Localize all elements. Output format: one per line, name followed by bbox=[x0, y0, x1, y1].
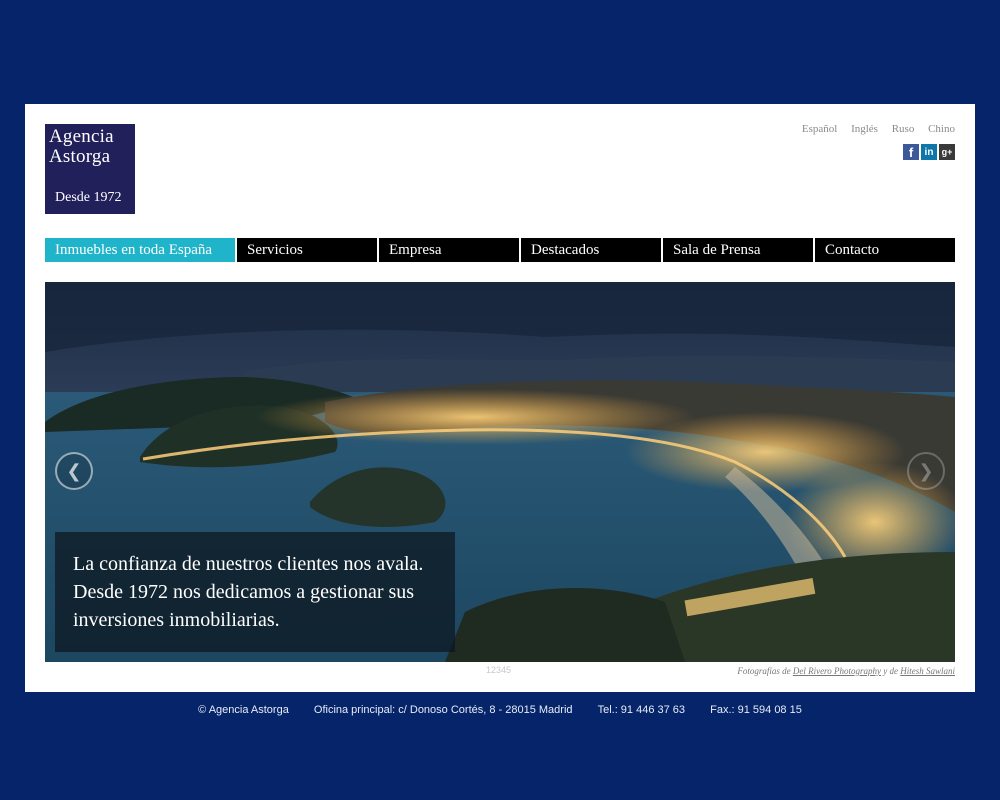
footer-copyright: © Agencia Astorga bbox=[198, 704, 289, 716]
lang-spanish[interactable]: Español bbox=[802, 123, 837, 135]
social-links: f in g+ bbox=[903, 144, 955, 160]
nav-item-destacados[interactable]: Destacados bbox=[521, 238, 661, 262]
page-container: Agencia Astorga Desde 1972 Español Inglé… bbox=[25, 104, 975, 692]
lang-english[interactable]: Inglés bbox=[851, 123, 878, 135]
lang-russian[interactable]: Ruso bbox=[892, 123, 915, 135]
credits-link-del-rivero[interactable]: Del Rivero Photography bbox=[793, 666, 881, 676]
nav-item-sala-de-prensa[interactable]: Sala de Prensa bbox=[663, 238, 813, 262]
credits-prefix: Fotografías de bbox=[737, 666, 791, 676]
credits-middle: y de bbox=[883, 666, 898, 676]
hero-caption: La confianza de nuestros clientes nos av… bbox=[55, 532, 455, 652]
logo-tagline: Desde 1972 bbox=[55, 190, 122, 205]
nav-item-inmuebles[interactable]: Inmuebles en toda España bbox=[45, 238, 235, 262]
logo-line-2: Astorga bbox=[49, 146, 111, 167]
facebook-icon[interactable]: f bbox=[903, 144, 919, 160]
logo[interactable]: Agencia Astorga Desde 1972 bbox=[45, 124, 135, 214]
hero-slider: ❮ ❯ La confianza de nuestros clientes no… bbox=[45, 282, 955, 662]
linkedin-icon[interactable]: in bbox=[921, 144, 937, 160]
footer-office: Oficina principal: c/ Donoso Cortés, 8 -… bbox=[313, 704, 573, 716]
google-plus-icon[interactable]: g+ bbox=[939, 144, 955, 160]
slider-pager[interactable]: 12345 bbox=[486, 665, 511, 675]
slider-next-arrow-icon[interactable]: ❯ bbox=[907, 452, 945, 490]
nav-item-contacto[interactable]: Contacto bbox=[815, 238, 955, 262]
nav-item-empresa[interactable]: Empresa bbox=[379, 238, 519, 262]
photo-credits: Fotografías de Del Rivero Photography y … bbox=[737, 666, 955, 676]
nav-item-servicios[interactable]: Servicios bbox=[237, 238, 377, 262]
credits-link-hitesh[interactable]: Hitesh Sawlani bbox=[900, 666, 955, 676]
logo-line-1: Agencia bbox=[49, 126, 114, 147]
lang-chinese[interactable]: Chino bbox=[928, 123, 955, 135]
footer: © Agencia Astorga Oficina principal: c/ … bbox=[0, 704, 1000, 716]
slider-prev-arrow-icon[interactable]: ❮ bbox=[55, 452, 93, 490]
main-nav: Inmuebles en toda España Servicios Empre… bbox=[45, 238, 955, 262]
language-selector: Español Inglés Ruso Chino bbox=[791, 123, 955, 135]
footer-fax: Fax.: 91 594 08 15 bbox=[710, 704, 802, 716]
footer-phone: Tel.: 91 446 37 63 bbox=[597, 704, 686, 716]
